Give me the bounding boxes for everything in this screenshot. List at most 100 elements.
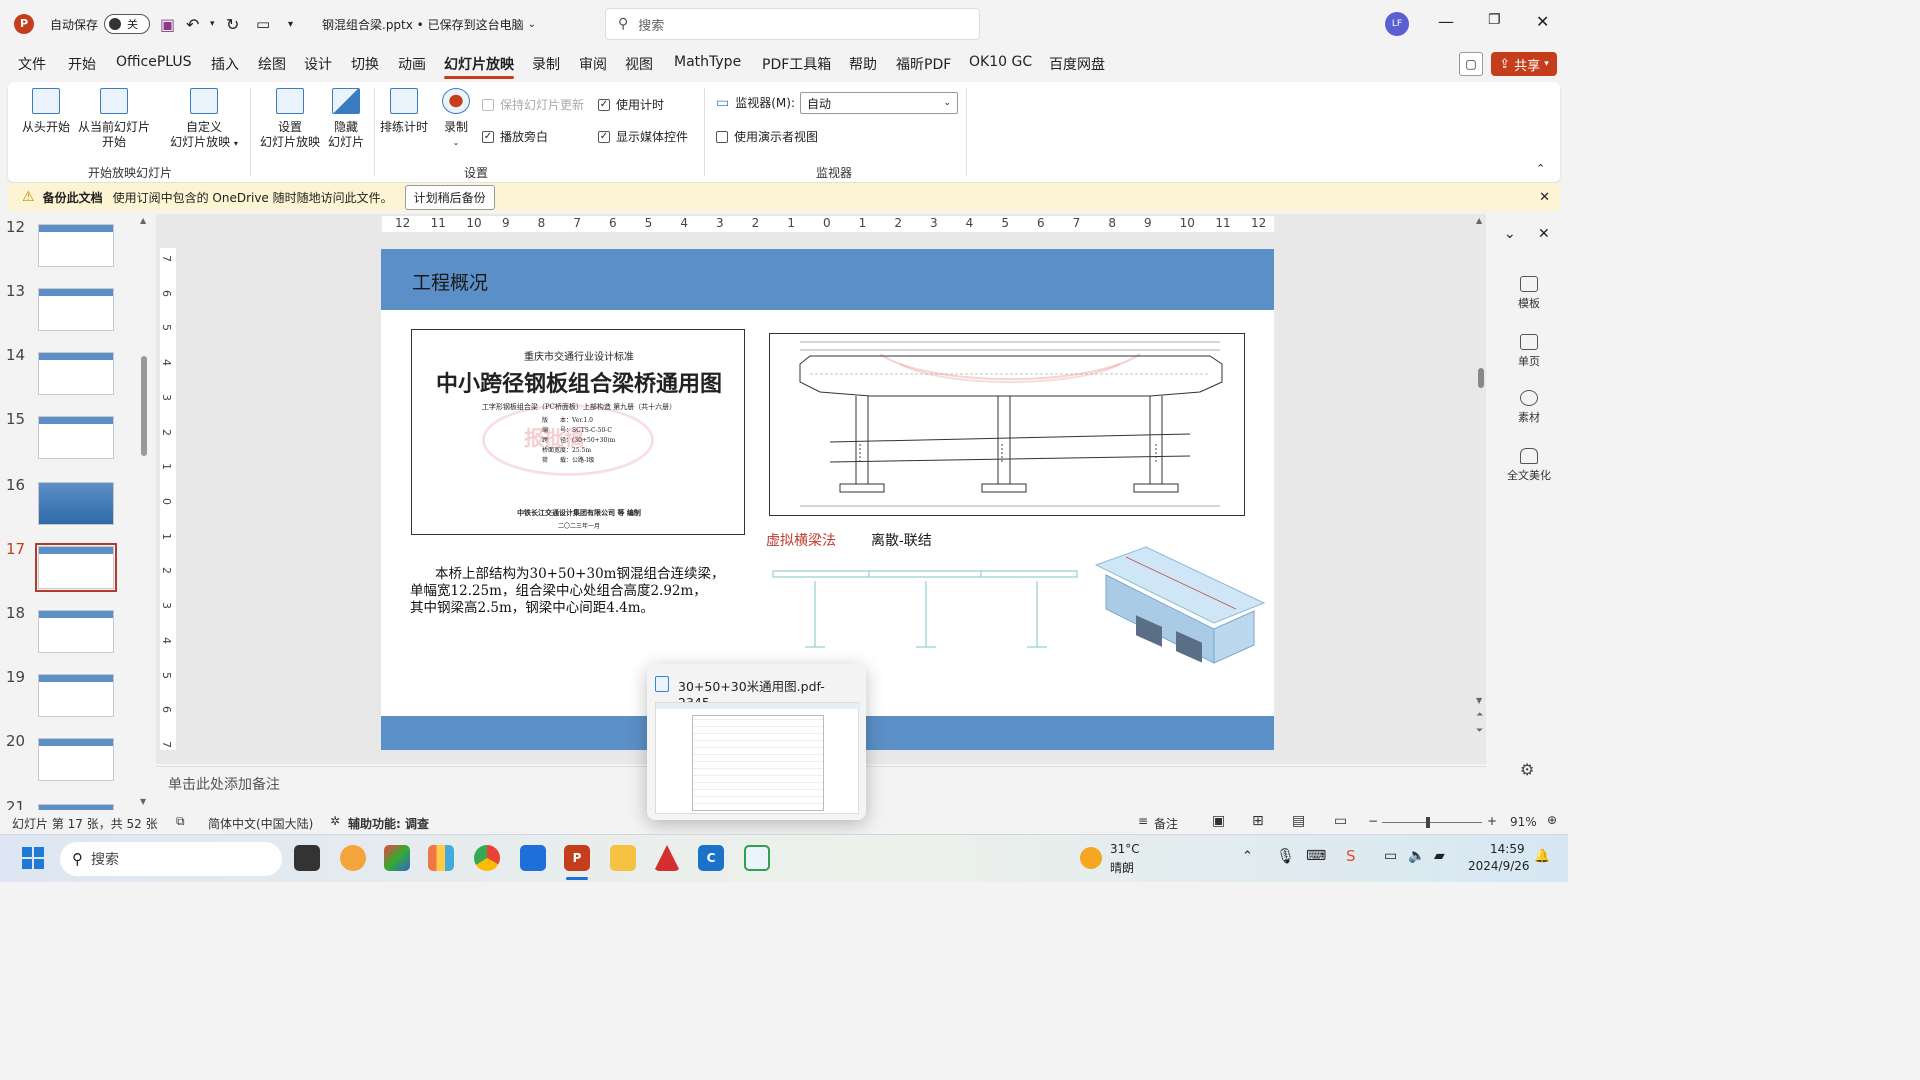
undo-dropdown-icon[interactable]: ▾ bbox=[210, 0, 215, 48]
document-title[interactable]: 钢混组合梁.pptx • 已保存到这台电脑 ⌄ bbox=[322, 0, 536, 48]
restore-icon[interactable]: ❐ bbox=[1488, 12, 1501, 28]
normal-view-icon[interactable]: ▣ bbox=[1212, 813, 1225, 829]
powerpoint-taskbar-icon[interactable]: P bbox=[564, 845, 590, 871]
customize-toolbar-icon[interactable]: ▾ bbox=[288, 0, 293, 48]
canvas-scrollbar[interactable]: ▲ ▼ ⏶ ⏷ bbox=[1476, 216, 1486, 746]
present-icon[interactable]: ▭ bbox=[256, 0, 270, 48]
tab-insert[interactable]: 插入 bbox=[211, 54, 239, 74]
slide-counter[interactable]: 幻灯片 第 17 张，共 52 张 bbox=[12, 815, 158, 832]
tab-foxit-pdf[interactable]: 福昕PDF bbox=[896, 54, 951, 74]
thumbnail-slide-12[interactable]: 12 bbox=[0, 214, 150, 274]
slide-title[interactable]: 工程概况 bbox=[412, 268, 488, 295]
tab-home[interactable]: 开始 bbox=[68, 54, 96, 74]
comments-icon[interactable]: ▢ bbox=[1459, 52, 1483, 76]
input-method-icon[interactable]: ⌨ bbox=[1306, 848, 1326, 864]
slide-sorter-icon[interactable]: ⊞ bbox=[1252, 813, 1264, 829]
weather-temperature[interactable]: 31°C bbox=[1110, 842, 1140, 856]
standard-cover-image[interactable]: 重庆市交通行业设计标准 中小跨径钢板组合梁桥通用图 工字形钢板组合梁（PC桥面板… bbox=[411, 329, 745, 535]
tray-chevron-up-icon[interactable]: ⌃ bbox=[1242, 849, 1253, 864]
method-label-red[interactable]: 虚拟横梁法 bbox=[766, 530, 836, 550]
tab-slideshow[interactable]: 幻灯片放映 bbox=[444, 54, 514, 79]
clock-time[interactable]: 14:59 bbox=[1490, 842, 1525, 856]
thumbnail-slide-19[interactable]: 19 bbox=[0, 664, 150, 724]
tab-transitions[interactable]: 切换 bbox=[351, 54, 379, 74]
notes-toggle-button[interactable]: 备注 bbox=[1154, 815, 1178, 832]
tab-mathtype[interactable]: MathType bbox=[674, 54, 741, 70]
next-slide-icon[interactable]: ⏷ bbox=[1476, 726, 1483, 736]
autosave-toggle[interactable]: 关 bbox=[104, 0, 150, 48]
description-textbox[interactable]: 本桥上部结构为30+50+30m钢混组合连续梁， 单幅宽12.25m，组合梁中心… bbox=[410, 566, 770, 617]
tab-file[interactable]: 文件 bbox=[18, 54, 46, 74]
reading-view-icon[interactable]: ▤ bbox=[1292, 813, 1305, 829]
share-button[interactable]: ⇪ 共享 ▾ bbox=[1491, 52, 1557, 76]
tab-record[interactable]: 录制 bbox=[532, 54, 560, 74]
notification-bell-icon[interactable]: 🔔 bbox=[1534, 849, 1550, 864]
app-icon-c[interactable]: C bbox=[698, 845, 724, 871]
spellcheck-icon[interactable]: ⧉ bbox=[176, 814, 185, 829]
method-label-black[interactable]: 离散-联结 bbox=[871, 530, 932, 550]
thumbnail-slide-14[interactable]: 14 bbox=[0, 342, 150, 402]
save-icon[interactable]: ▣ bbox=[160, 0, 175, 48]
previous-slide-icon[interactable]: ⏶ bbox=[1476, 710, 1483, 720]
language-indicator[interactable]: 简体中文(中国大陆) bbox=[208, 815, 313, 832]
zoom-slider-thumb[interactable] bbox=[1426, 817, 1430, 828]
thumbnail-slide-21[interactable]: 21 bbox=[0, 794, 150, 810]
tab-officeplus[interactable]: OfficePLUS bbox=[116, 54, 192, 70]
thumbnail-slide-18[interactable]: 18 bbox=[0, 600, 150, 660]
zoom-slider[interactable] bbox=[1382, 822, 1482, 823]
tab-view[interactable]: 视图 bbox=[625, 54, 653, 74]
cross-section-drawing[interactable] bbox=[769, 333, 1245, 516]
battery-icon[interactable]: ▰ bbox=[1434, 848, 1445, 864]
zoom-out-icon[interactable]: − bbox=[1368, 814, 1378, 828]
zoom-in-icon[interactable]: + bbox=[1487, 814, 1497, 828]
collapse-pane-icon[interactable]: ⌄ bbox=[1504, 226, 1516, 242]
user-avatar[interactable]: LF bbox=[1385, 12, 1409, 36]
search-app-icon[interactable] bbox=[340, 845, 366, 871]
from-start-button[interactable]: 从头开始 bbox=[18, 88, 74, 135]
slideshow-view-icon[interactable]: ▭ bbox=[1334, 813, 1347, 829]
close-infobar-icon[interactable]: ✕ bbox=[1539, 190, 1550, 205]
redo-icon[interactable]: ↻ bbox=[226, 0, 239, 48]
from-current-button[interactable]: 从当前幻灯片 开始 bbox=[74, 88, 154, 150]
taskbar-search[interactable]: ⚲ 搜索 bbox=[60, 842, 282, 876]
pane-templates-button[interactable]: 模板 bbox=[1490, 276, 1568, 311]
microphone-icon[interactable]: 🎙 bbox=[1276, 847, 1295, 865]
undo-icon[interactable]: ↶ bbox=[186, 0, 199, 48]
fit-to-window-icon[interactable]: ⊕ bbox=[1547, 813, 1557, 827]
tab-baidu-netdisk[interactable]: 百度网盘 bbox=[1049, 54, 1105, 74]
close-icon[interactable]: ✕ bbox=[1536, 12, 1549, 31]
windows-start-icon[interactable] bbox=[22, 847, 44, 869]
autocad-icon[interactable] bbox=[654, 845, 680, 871]
hide-slide-button[interactable]: 隐藏 幻灯片 bbox=[326, 88, 366, 150]
show-media-checkbox[interactable]: ✓ 显示媒体控件 bbox=[598, 128, 688, 145]
zoom-level[interactable]: 91% bbox=[1510, 815, 1537, 829]
schedule-backup-button[interactable]: 计划稍后备份 bbox=[404, 184, 495, 210]
tab-review[interactable]: 审阅 bbox=[579, 54, 607, 74]
grillage-model-diagram[interactable] bbox=[771, 567, 1081, 657]
pane-single-page-button[interactable]: 单页 bbox=[1490, 334, 1568, 369]
thumbnail-slide-13[interactable]: 13 bbox=[0, 278, 150, 338]
tab-ok10gc[interactable]: OK10 GC bbox=[969, 54, 1032, 70]
chrome-icon[interactable] bbox=[474, 845, 500, 871]
thumbnail-slide-20[interactable]: 20 bbox=[0, 728, 150, 788]
keep-updated-checkbox[interactable]: 保持幻灯片更新 bbox=[482, 96, 584, 113]
custom-slideshow-button[interactable]: 自定义 幻灯片放映 ▾ bbox=[164, 88, 244, 151]
tab-pdf-toolbox[interactable]: PDF工具箱 bbox=[762, 54, 831, 74]
weather-description[interactable]: 晴朗 bbox=[1110, 859, 1134, 876]
play-narration-checkbox[interactable]: ✓ 播放旁白 bbox=[482, 128, 548, 145]
rehearse-timings-button[interactable]: 排练计时 bbox=[378, 88, 430, 135]
3d-girder-model[interactable] bbox=[1086, 545, 1266, 667]
presenter-view-checkbox[interactable]: 使用演示者视图 bbox=[716, 128, 818, 145]
file-explorer-icon[interactable] bbox=[610, 845, 636, 871]
close-pane-icon[interactable]: ✕ bbox=[1538, 226, 1550, 242]
taskbar-preview-popup[interactable]: 30+50+30米通用图.pdf-2345... bbox=[647, 664, 866, 820]
tab-design[interactable]: 设计 bbox=[304, 54, 332, 74]
thumbnail-slide-17[interactable]: 17 bbox=[0, 536, 150, 596]
thumbnail-slide-16[interactable]: 16 bbox=[0, 472, 150, 532]
pdf-reader-taskbar-icon[interactable] bbox=[744, 845, 770, 871]
settings-gear-icon[interactable]: ⚙ bbox=[1520, 760, 1534, 779]
tray-app-icon[interactable]: S bbox=[1346, 847, 1356, 865]
minimize-icon[interactable]: — bbox=[1438, 12, 1454, 31]
tab-animations[interactable]: 动画 bbox=[398, 54, 426, 74]
wps-app-icon[interactable] bbox=[428, 845, 454, 871]
